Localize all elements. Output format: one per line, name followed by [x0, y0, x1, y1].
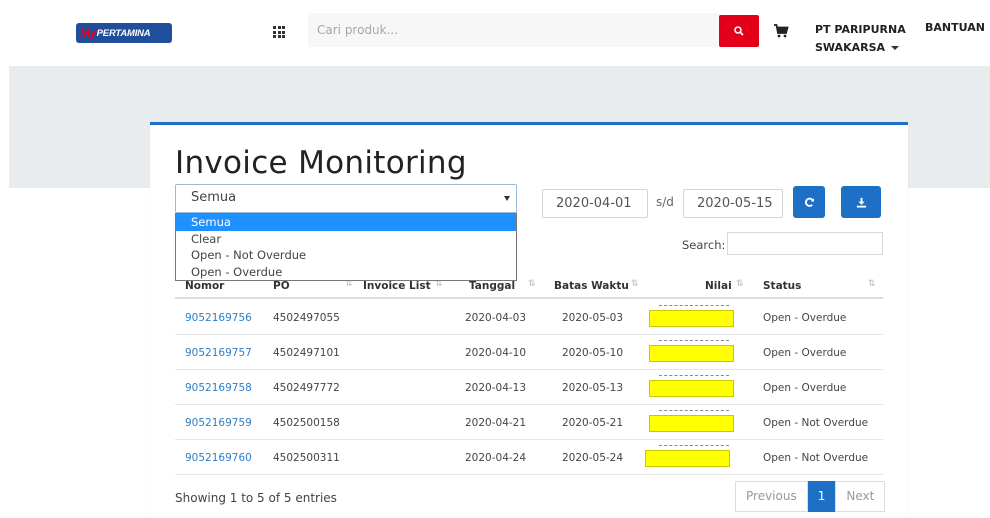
- filter-option-open-overdue[interactable]: Open - Overdue: [176, 264, 516, 281]
- invoice-number-link[interactable]: 9052169756: [185, 312, 252, 324]
- po-number: 4502497101: [273, 347, 340, 359]
- col-header-tanggal[interactable]: Tanggal: [469, 280, 515, 292]
- apps-grid-icon[interactable]: [273, 26, 285, 38]
- caret-down-icon: [891, 46, 900, 50]
- value-redaction-edge: [659, 410, 729, 413]
- status-text: Open - Overdue: [763, 347, 847, 359]
- product-search-input[interactable]: [308, 13, 720, 47]
- date-separator: s/d: [656, 195, 674, 209]
- table-info: Showing 1 to 5 of 5 entries: [175, 491, 337, 505]
- status-filter-select[interactable]: Semua: [175, 184, 517, 213]
- refresh-icon: [804, 197, 814, 207]
- invoice-date: 2020-04-21: [465, 417, 527, 429]
- filter-option-open-not-overdue[interactable]: Open - Not Overdue: [176, 247, 516, 264]
- table-row: 9052169757 4502497101 2020-04-10 2020-05…: [175, 335, 883, 370]
- value-redaction: [645, 450, 730, 467]
- value-redaction: [649, 380, 734, 397]
- previous-page-button[interactable]: Previous: [735, 481, 808, 512]
- po-number: 4502500158: [273, 417, 340, 429]
- due-date: 2020-05-03: [562, 312, 624, 324]
- date-to-input[interactable]: 2020-05-15: [683, 189, 783, 218]
- date-from-input[interactable]: 2020-04-01: [542, 189, 648, 218]
- filter-option-clear[interactable]: Clear: [176, 231, 516, 248]
- logo-my-text: My: [80, 26, 97, 40]
- table-row: 9052169760 4502500311 2020-04-24 2020-05…: [175, 440, 883, 475]
- invoice-number-link[interactable]: 9052169759: [185, 417, 252, 429]
- sort-icon[interactable]: ⇅: [736, 279, 744, 289]
- po-number: 4502500311: [273, 452, 340, 464]
- col-header-status[interactable]: Status: [763, 280, 801, 292]
- company-name-line2: SWAKARSA: [815, 41, 886, 54]
- invoice-number-link[interactable]: 9052169757: [185, 347, 252, 359]
- next-page-button[interactable]: Next: [835, 481, 886, 512]
- logo-pertamina-text: PERTAMINA: [96, 27, 151, 39]
- filter-option-semua[interactable]: Semua: [176, 214, 516, 231]
- invoice-date: 2020-04-03: [465, 312, 527, 324]
- invoice-date: 2020-04-24: [465, 452, 527, 464]
- company-name-line1: PT PARIPURNA: [815, 23, 906, 36]
- status-filter-dropdown: Semua Clear Open - Not Overdue Open - Ov…: [175, 213, 517, 281]
- status-text: Open - Not Overdue: [763, 452, 869, 464]
- dropdown-arrow-icon: [504, 196, 510, 201]
- mypertamina-logo[interactable]: My PERTAMINA: [76, 23, 172, 43]
- help-link[interactable]: BANTUAN: [925, 21, 985, 34]
- due-date: 2020-05-10: [562, 347, 624, 359]
- status-text: Open - Overdue: [763, 312, 847, 324]
- invoice-date: 2020-04-13: [465, 382, 527, 394]
- value-redaction-edge: [659, 375, 729, 378]
- value-redaction: [649, 345, 734, 362]
- page-title: Invoice Monitoring: [175, 145, 467, 181]
- value-redaction: [649, 415, 734, 432]
- invoice-card: Invoice Monitoring Semua 2020-04-01 s/d …: [150, 122, 908, 518]
- table-row: 9052169756 4502497055 2020-04-03 2020-05…: [175, 300, 883, 335]
- due-date: 2020-05-24: [562, 452, 624, 464]
- search-icon: [734, 26, 744, 36]
- pagination: Previous 1 Next: [735, 481, 886, 512]
- col-header-batas-waktu[interactable]: Batas Waktu: [554, 280, 629, 292]
- top-navbar: My PERTAMINA PT PARIPURNA SWAKARSA BANTU…: [0, 0, 990, 66]
- value-redaction: [649, 310, 734, 327]
- download-button[interactable]: [841, 186, 881, 218]
- invoice-date: 2020-04-10: [465, 347, 527, 359]
- page-1-button[interactable]: 1: [807, 481, 836, 512]
- col-header-nilai[interactable]: Nilai: [705, 280, 732, 292]
- sort-icon[interactable]: ⇅: [868, 279, 876, 289]
- col-header-invoice-list[interactable]: Invoice List: [363, 280, 431, 292]
- value-redaction-edge: [659, 340, 729, 343]
- download-icon: [856, 197, 866, 208]
- search-button[interactable]: [719, 15, 759, 47]
- value-redaction-edge: [659, 305, 729, 308]
- company-menu[interactable]: PT PARIPURNA SWAKARSA: [815, 21, 906, 57]
- due-date: 2020-05-21: [562, 417, 624, 429]
- table-row: 9052169758 4502497772 2020-04-13 2020-05…: [175, 370, 883, 405]
- col-header-nomor[interactable]: Nomor: [185, 280, 224, 292]
- po-number: 4502497772: [273, 382, 340, 394]
- cart-icon[interactable]: [773, 23, 789, 39]
- status-filter-value: Semua: [191, 190, 237, 205]
- table-row: 9052169759 4502500158 2020-04-21 2020-05…: [175, 405, 883, 440]
- invoice-number-link[interactable]: 9052169758: [185, 382, 252, 394]
- status-text: Open - Not Overdue: [763, 417, 869, 429]
- sort-icon[interactable]: ⇅: [528, 279, 536, 289]
- value-redaction-edge: [659, 445, 729, 448]
- invoice-number-link[interactable]: 9052169760: [185, 452, 252, 464]
- table-search-label: Search:: [682, 238, 726, 252]
- status-text: Open - Overdue: [763, 382, 847, 394]
- due-date: 2020-05-13: [562, 382, 624, 394]
- refresh-button[interactable]: [793, 186, 825, 218]
- table-search-input[interactable]: [727, 232, 883, 255]
- col-header-po[interactable]: PO: [273, 280, 290, 292]
- po-number: 4502497055: [273, 312, 340, 324]
- sort-icon[interactable]: ⇅: [631, 279, 639, 289]
